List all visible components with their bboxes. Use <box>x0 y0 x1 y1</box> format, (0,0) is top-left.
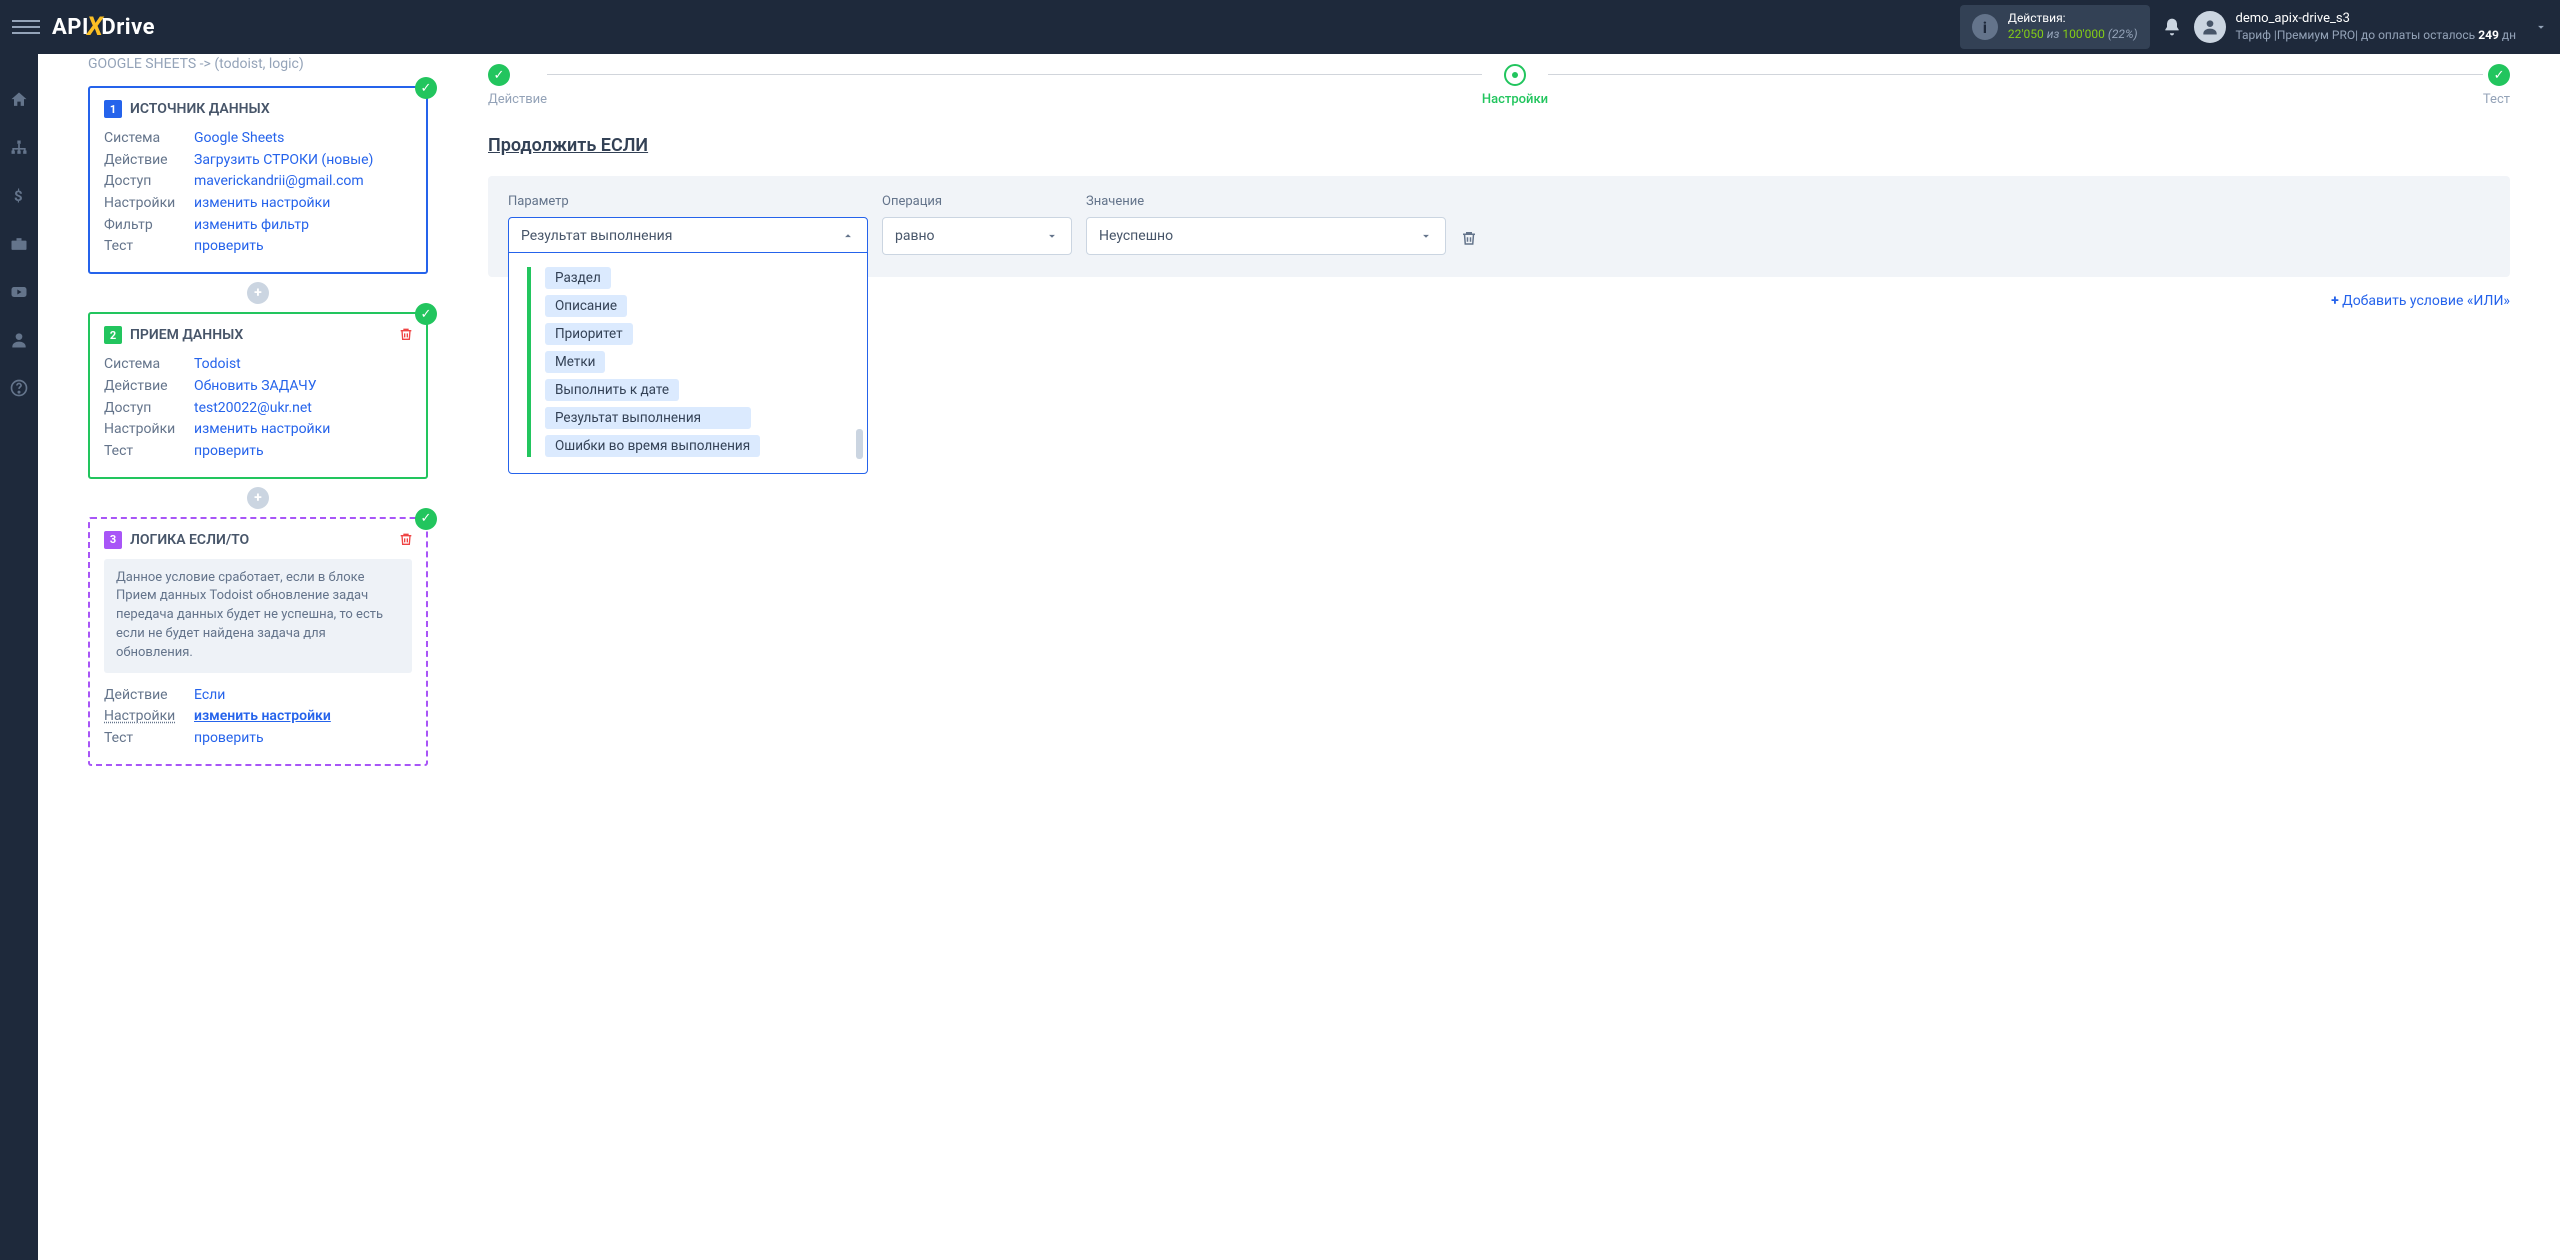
actions-text: Действия: 22'050 из 100'000 (22%) <box>2008 11 2138 42</box>
dropdown-option[interactable]: Раздел <box>545 267 611 289</box>
top-bar: API X Drive i Действия: 22'050 из 100'00… <box>0 0 2560 54</box>
chevron-down-icon <box>1045 229 1059 243</box>
card-logic: ✓ 3ЛОГИКА ЕСЛИ/ТО Данное условие сработа… <box>88 517 428 766</box>
scrollbar[interactable] <box>856 267 863 459</box>
dest-test-link[interactable]: проверить <box>194 441 264 463</box>
card-title: ПРИЕМ ДАННЫХ <box>130 327 243 343</box>
card-title: ИСТОЧНИК ДАННЫХ <box>130 101 270 117</box>
dropdown-option-selected[interactable]: Результат выполнения <box>545 407 711 429</box>
nav-dollar-icon[interactable]: $ <box>9 186 29 206</box>
operation-select[interactable]: равно <box>882 217 1072 255</box>
source-test-link[interactable]: проверить <box>194 236 264 258</box>
source-filter-link[interactable]: изменить фильтр <box>194 215 309 237</box>
nav-home-icon[interactable] <box>9 90 29 110</box>
step-current-icon <box>1504 64 1526 86</box>
delete-icon[interactable] <box>398 531 414 547</box>
nav-briefcase-icon[interactable] <box>9 234 29 254</box>
add-step-button[interactable]: + <box>247 282 269 304</box>
dest-access-link[interactable]: test20022@ukr.net <box>194 398 312 420</box>
info-icon: i <box>1972 14 1998 40</box>
bell-icon[interactable] <box>2162 17 2182 37</box>
dest-settings-link[interactable]: изменить настройки <box>194 419 330 441</box>
avatar-icon <box>2194 11 2226 43</box>
dropdown-option[interactable]: Ошибки во время выполнения <box>545 435 760 457</box>
param-select[interactable]: Результат выполнения <box>508 217 868 255</box>
card-title: ЛОГИКА ЕСЛИ/ТО <box>130 532 249 548</box>
logo-drive: Drive <box>101 15 155 40</box>
step-label: Действие <box>488 92 547 107</box>
chevron-down-icon <box>1419 229 1433 243</box>
step-done-icon: ✓ <box>2488 64 2510 86</box>
user-text: demo_apix-drive_s3 Тариф |Премиум PRO| д… <box>2236 11 2516 43</box>
left-nav: $ <box>0 54 38 1260</box>
value-select[interactable]: Неуспешно <box>1086 217 1446 255</box>
step-number: 1 <box>104 100 122 118</box>
logic-action-link[interactable]: Если <box>194 685 225 707</box>
logic-note: Данное условие сработает, если в блоке П… <box>104 559 412 673</box>
delete-condition-icon[interactable] <box>1460 229 1478 247</box>
condition-panel: Параметр Результат выполнения Раздел Опи… <box>488 176 2510 277</box>
param-label: Параметр <box>508 194 868 209</box>
dropdown-option[interactable]: Приоритет <box>545 323 633 345</box>
chevron-down-icon <box>2534 20 2548 34</box>
step-number: 3 <box>104 531 122 549</box>
card-destination: ✓ 2ПРИЕМ ДАННЫХ СистемаTodoist ДействиеО… <box>88 312 428 478</box>
source-action-link[interactable]: Загрузить СТРОКИ (новые) <box>194 150 373 172</box>
nav-help-icon[interactable] <box>9 378 29 398</box>
logic-settings-link[interactable]: изменить настройки <box>194 706 331 728</box>
card-source: ✓ 1ИСТОЧНИК ДАННЫХ СистемаGoogle Sheets … <box>88 86 428 274</box>
hamburger-menu[interactable] <box>12 13 40 41</box>
nav-video-icon[interactable] <box>9 282 29 302</box>
source-access-link[interactable]: maverickandrii@gmail.com <box>194 171 364 193</box>
source-settings-link[interactable]: изменить настройки <box>194 193 330 215</box>
value-label: Значение <box>1086 194 1446 209</box>
actions-counter[interactable]: i Действия: 22'050 из 100'000 (22%) <box>1960 5 2150 48</box>
section-title: Продолжить ЕСЛИ <box>488 135 2510 156</box>
svg-text:$: $ <box>14 187 23 205</box>
dropdown-option[interactable]: Описание <box>545 295 627 317</box>
breadcrumb: GOOGLE SHEETS -> (todoist, logic) <box>88 54 428 86</box>
user-menu[interactable]: demo_apix-drive_s3 Тариф |Премиум PRO| д… <box>2194 11 2548 43</box>
param-dropdown: Раздел Описание Приоритет Метки Выполнит… <box>508 252 868 474</box>
step-label: Настройки <box>1482 92 1548 107</box>
nav-connections-icon[interactable] <box>9 138 29 158</box>
add-step-button[interactable]: + <box>247 487 269 509</box>
logic-test-link[interactable]: проверить <box>194 728 264 750</box>
check-icon: ✓ <box>415 303 437 325</box>
operation-label: Операция <box>882 194 1072 209</box>
dest-action-link[interactable]: Обновить ЗАДАЧУ <box>194 376 317 398</box>
step-done-icon: ✓ <box>488 64 510 86</box>
dropdown-option[interactable]: Выполнить к дате <box>545 379 679 401</box>
step-label: Тест <box>2483 92 2510 107</box>
delete-icon[interactable] <box>398 326 414 342</box>
check-icon: ✓ <box>415 77 437 99</box>
chevron-up-icon <box>841 229 855 243</box>
dropdown-option[interactable]: Метки <box>545 351 605 373</box>
step-number: 2 <box>104 326 122 344</box>
dest-system-link[interactable]: Todoist <box>194 354 241 376</box>
check-icon: ✓ <box>415 508 437 530</box>
stepper: ✓ Действие Настройки ✓ Тест <box>488 64 2510 107</box>
nav-user-icon[interactable] <box>9 330 29 350</box>
source-system-link[interactable]: Google Sheets <box>194 128 284 150</box>
logo-api: API <box>52 15 89 40</box>
logo[interactable]: API X Drive <box>52 12 155 42</box>
